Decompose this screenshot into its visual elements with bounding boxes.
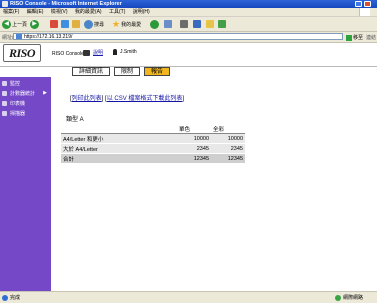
ie-app-icon xyxy=(2,1,8,7)
minimize-button[interactable] xyxy=(355,1,362,7)
edit-button[interactable] xyxy=(193,19,202,29)
favorites-button[interactable]: ★ 我的最愛 xyxy=(112,19,141,29)
forward-arrow-icon: ▶ xyxy=(30,19,39,29)
report-actions: [列印此列表] [以 CSV 檔案格式下載此列表] xyxy=(70,96,185,102)
counter-icon xyxy=(2,90,7,96)
back-button[interactable]: ◀ 上一頁 xyxy=(2,19,27,29)
row-mono-count: 2345 xyxy=(177,143,211,154)
column-header-label xyxy=(61,124,177,134)
total-label: 合計 xyxy=(61,153,177,163)
monitor-icon xyxy=(2,80,7,86)
menu-view[interactable]: 檢視(V) xyxy=(51,9,68,15)
search-button[interactable]: 搜尋 xyxy=(84,19,104,29)
ie-page-icon xyxy=(2,294,8,301)
folder-button[interactable] xyxy=(206,19,215,29)
sidebar-item-monitor[interactable]: 監控 xyxy=(0,79,51,87)
row-label: A4/Letter 和更小 xyxy=(61,133,177,144)
home-button[interactable] xyxy=(72,19,81,29)
riso-logo: RISO xyxy=(3,44,41,62)
sidebar-item-printer[interactable]: 印表機 xyxy=(0,99,51,107)
address-bar: 網址(D) https://172.16.13.219/ 移至 連結 xyxy=(0,32,377,43)
user-info: J.Smith xyxy=(113,49,137,55)
printer-icon xyxy=(83,49,90,56)
total-mono-count: 12345 xyxy=(177,153,211,163)
stop-button[interactable] xyxy=(50,19,59,29)
column-header-color: 全彩 xyxy=(211,124,245,134)
print-icon xyxy=(180,20,188,28)
table-row: A4/Letter 和更小 10000 10000 xyxy=(61,133,245,144)
star-icon: ★ xyxy=(112,18,121,29)
total-color-count: 12345 xyxy=(211,153,245,163)
refresh-icon xyxy=(61,20,69,28)
menu-file[interactable]: 檔案(F) xyxy=(3,9,19,15)
address-url: https://172.16.13.219/ xyxy=(24,34,73,40)
scanner-icon xyxy=(2,110,7,116)
links-button[interactable]: 連結 xyxy=(366,34,376,41)
go-button[interactable]: 移至 xyxy=(346,34,363,41)
table-row: 大於 A4/Letter 2345 2345 xyxy=(61,143,245,154)
folder-icon xyxy=(206,20,214,28)
messenger-icon xyxy=(218,20,226,28)
menu-edit[interactable]: 編輯(E) xyxy=(27,9,44,15)
printer-icon xyxy=(2,100,7,106)
security-zone: 網際網路 xyxy=(335,294,363,301)
menu-help[interactable]: 說明(H) xyxy=(133,9,150,15)
print-list-link[interactable]: 列印此列表 xyxy=(72,96,102,102)
sidebar: 監控 計數器統計 ▶ 印表機 掃描器 xyxy=(0,77,51,291)
user-name: J.Smith xyxy=(120,49,137,55)
tab-report[interactable]: 報告 xyxy=(144,67,171,76)
stop-icon xyxy=(50,20,58,28)
report-section-title: 類型 A xyxy=(66,117,84,123)
table-total-row: 合計 12345 12345 xyxy=(61,153,245,163)
close-button[interactable] xyxy=(364,1,371,7)
history-button[interactable] xyxy=(150,19,160,29)
row-label: 大於 A4/Letter xyxy=(61,143,177,154)
sidebar-item-counter-stats[interactable]: 計數器統計 ▶ xyxy=(0,89,51,97)
windows-logo-icon xyxy=(359,8,370,16)
menu-tools[interactable]: 工具(T) xyxy=(109,9,125,15)
row-color-count: 10000 xyxy=(211,133,245,144)
status-bar: 完成 網際網路 xyxy=(0,291,377,303)
messenger-button[interactable] xyxy=(218,19,227,29)
csv-download-link[interactable]: 以 CSV 檔案格式下載此列表 xyxy=(107,96,183,102)
search-icon xyxy=(84,19,93,29)
menu-bar: 檔案(F) 編輯(E) 檢視(V) 我的最愛(A) 工具(T) 說明(H) xyxy=(0,8,377,17)
status-done: 完成 xyxy=(2,294,20,301)
menu-favorites[interactable]: 我的最愛(A) xyxy=(75,9,102,15)
tab-limits[interactable]: 限制 xyxy=(114,67,141,76)
page-icon xyxy=(16,34,22,39)
chevron-right-icon: ▶ xyxy=(43,90,47,96)
app-header: RISO RISO Console 說明 J.Smith xyxy=(0,43,377,67)
home-icon xyxy=(72,20,80,28)
row-color-count: 2345 xyxy=(211,143,245,154)
window-titlebar: RISO Console - Microsoft Internet Explor… xyxy=(0,0,377,8)
tab-details[interactable]: 詳細資訊 xyxy=(72,67,111,76)
console-name: RISO Console xyxy=(52,51,84,57)
window-title: RISO Console - Microsoft Internet Explor… xyxy=(10,1,122,7)
go-arrow-icon xyxy=(346,34,352,41)
print-button[interactable] xyxy=(180,19,189,29)
sidebar-item-scanner[interactable]: 掃描器 xyxy=(0,109,51,117)
mail-button[interactable] xyxy=(164,19,173,29)
help-link[interactable]: 說明 xyxy=(83,49,103,56)
forward-button[interactable]: ▶ xyxy=(30,19,40,29)
edit-icon xyxy=(193,20,201,28)
back-arrow-icon: ◀ xyxy=(2,19,11,29)
address-input[interactable]: https://172.16.13.219/ xyxy=(13,33,343,40)
report-table: 單色 全彩 A4/Letter 和更小 10000 10000 大於 A4/Le… xyxy=(61,124,245,163)
browser-toolbar: ◀ 上一頁 ▶ 搜尋 ★ 我的最愛 xyxy=(0,17,377,32)
tab-bar: 詳細資訊 限制 報告 xyxy=(72,67,174,76)
table-header-row: 單色 全彩 xyxy=(61,124,245,134)
internet-zone-icon xyxy=(335,294,341,301)
row-mono-count: 10000 xyxy=(177,133,211,144)
refresh-button[interactable] xyxy=(61,19,70,29)
mail-icon xyxy=(164,20,172,28)
user-icon xyxy=(113,49,117,55)
history-icon xyxy=(150,19,159,29)
column-header-mono: 單色 xyxy=(177,124,211,134)
